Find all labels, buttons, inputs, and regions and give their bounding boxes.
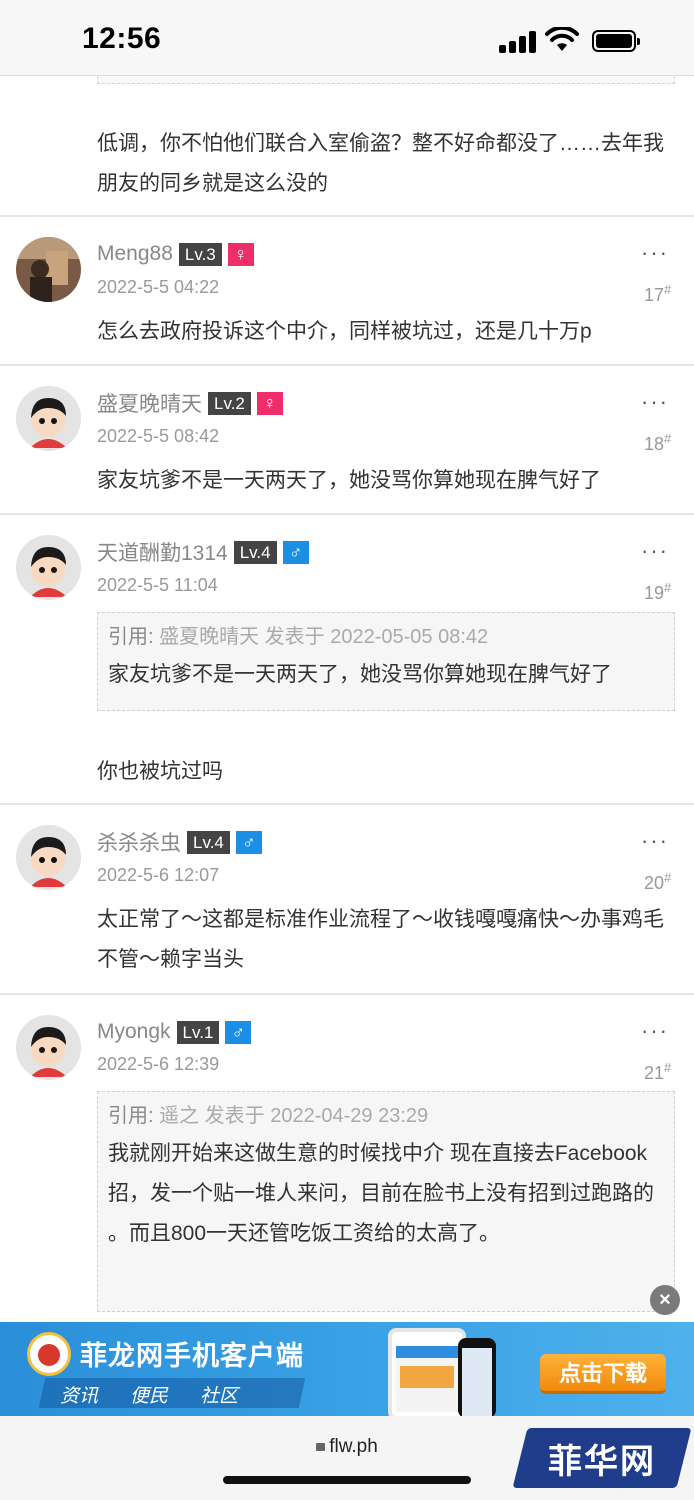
previous-quote-box [97,76,675,84]
phone-mockup-image [388,1328,466,1416]
quote-text: 家友坑爹不是一天两天了，她没骂你算她现在脾气好了 [108,663,612,686]
cellular-signal-icon [499,31,537,53]
floor-value: 21 [644,1063,665,1083]
floor-number: 21# [644,1060,672,1083]
divider [0,513,694,515]
app-download-banner[interactable]: 菲龙网手机客户端 资讯 便民 社区 点击下载 [0,1322,694,1416]
watermark-text: 菲华网 [548,1442,656,1482]
post-date: 2022-5-6 12:07 [97,865,220,885]
avatar[interactable] [16,1015,81,1080]
floor-value: 18 [644,434,665,454]
male-icon: ♂ [235,830,262,854]
level-badge: Lv.2 [208,391,251,415]
status-time: 12:56 [82,22,162,55]
battery-icon [592,30,640,52]
more-options-icon[interactable]: ··· [641,1018,669,1044]
level-badge: Lv.4 [187,830,230,854]
close-ad-button[interactable]: × [650,1285,680,1315]
username[interactable]: 盛夏晚晴天 [97,388,202,418]
wifi-icon [545,27,579,51]
level-badge: Lv.3 [178,242,222,266]
post-text: 太正常了～这都是标准作业流程了～收钱嘎嘎痛快～办事鸡毛不管～赖字当头 [97,908,664,971]
floor-number: 20# [644,870,672,893]
post-text: 怎么去政府投诉这个中介，同样被坑过，还是几十万p [97,320,592,343]
level-badge: Lv.4 [233,540,277,564]
ad-tabs: 资讯 便民 社区 [60,1381,238,1408]
floor-value: 17 [644,285,665,305]
floor-number: 17# [644,282,672,305]
level-badge: Lv.1 [176,1020,220,1044]
divider [0,215,694,217]
floor-number: 19# [644,580,672,603]
home-indicator[interactable] [223,1476,471,1484]
phone-mockup-image [458,1338,496,1416]
quote-meta: 盛夏晚晴天 发表于 2022-05-05 08:42 [159,626,489,648]
floor-number: 18# [644,431,672,454]
avatar[interactable] [16,825,81,890]
username[interactable]: Meng88 [97,242,173,266]
ad-tab: 便民 [130,1386,169,1407]
site-watermark-logo: 菲华网 [512,1420,692,1496]
quote-box: 引用: 盛夏晚晴天 发表于 2022-05-05 08:42 家友坑爹不是一天两… [97,612,675,711]
more-options-icon[interactable]: ··· [641,240,669,266]
post-date: 2022-5-5 11:04 [97,575,218,595]
quote-label: 引用: [108,626,154,648]
quote-header: 引用: 遥之 发表于 2022-04-29 23:29 [108,1098,664,1134]
post-date: 2022-5-5 04:22 [97,277,220,297]
username[interactable]: 天道酬勤1314 [97,537,228,567]
ad-title: 菲龙网手机客户端 [80,1341,304,1371]
post-text: 家友坑爹不是一天两天了，她没骂你算她现在脾气好了 [97,469,601,492]
url-text: flw.ph [329,1436,378,1457]
female-icon: ♀ [256,391,283,415]
more-options-icon[interactable]: ··· [641,389,669,415]
dragon-logo-icon [27,1332,71,1376]
male-icon: ♂ [282,540,309,564]
quote-label: 引用: [108,1105,154,1127]
divider [0,803,694,805]
quote-header: 引用: 盛夏晚晴天 发表于 2022-05-05 08:42 [108,619,664,655]
quote-box: 引用: 遥之 发表于 2022-04-29 23:29 我就刚开始来这做生意的时… [97,1091,675,1312]
download-button[interactable]: 点击下载 [540,1354,666,1394]
post-text: 你也被坑过吗 [97,760,223,783]
lock-icon [316,1443,326,1451]
post-text: 低调，你不怕他们联合入室偷盗？整不好命都没了……去年我朋友的同乡就是这么没的 [97,132,664,195]
floor-value: 20 [644,873,665,893]
male-icon: ♂ [225,1020,252,1044]
more-options-icon[interactable]: ··· [641,828,669,854]
floor-value: 19 [644,583,665,603]
avatar[interactable] [16,237,81,302]
quote-text: 我就刚开始来这做生意的时候找中介 现在直接去Facebook招，发一个贴一堆人来… [108,1142,654,1245]
ad-tab: 资讯 [60,1386,99,1407]
divider [0,364,694,366]
username[interactable]: 杀杀杀虫 [97,827,181,857]
post-date: 2022-5-6 12:39 [97,1054,220,1074]
post-date: 2022-5-5 08:42 [97,426,220,446]
female-icon: ♀ [227,242,254,266]
status-bar: 12:56 [0,0,694,76]
ad-tab: 社区 [200,1386,239,1407]
avatar[interactable] [16,535,81,600]
avatar[interactable] [16,386,81,451]
more-options-icon[interactable]: ··· [641,538,669,564]
quote-meta: 遥之 发表于 2022-04-29 23:29 [159,1105,429,1127]
divider [0,993,694,995]
username[interactable]: Myongk [97,1020,171,1044]
